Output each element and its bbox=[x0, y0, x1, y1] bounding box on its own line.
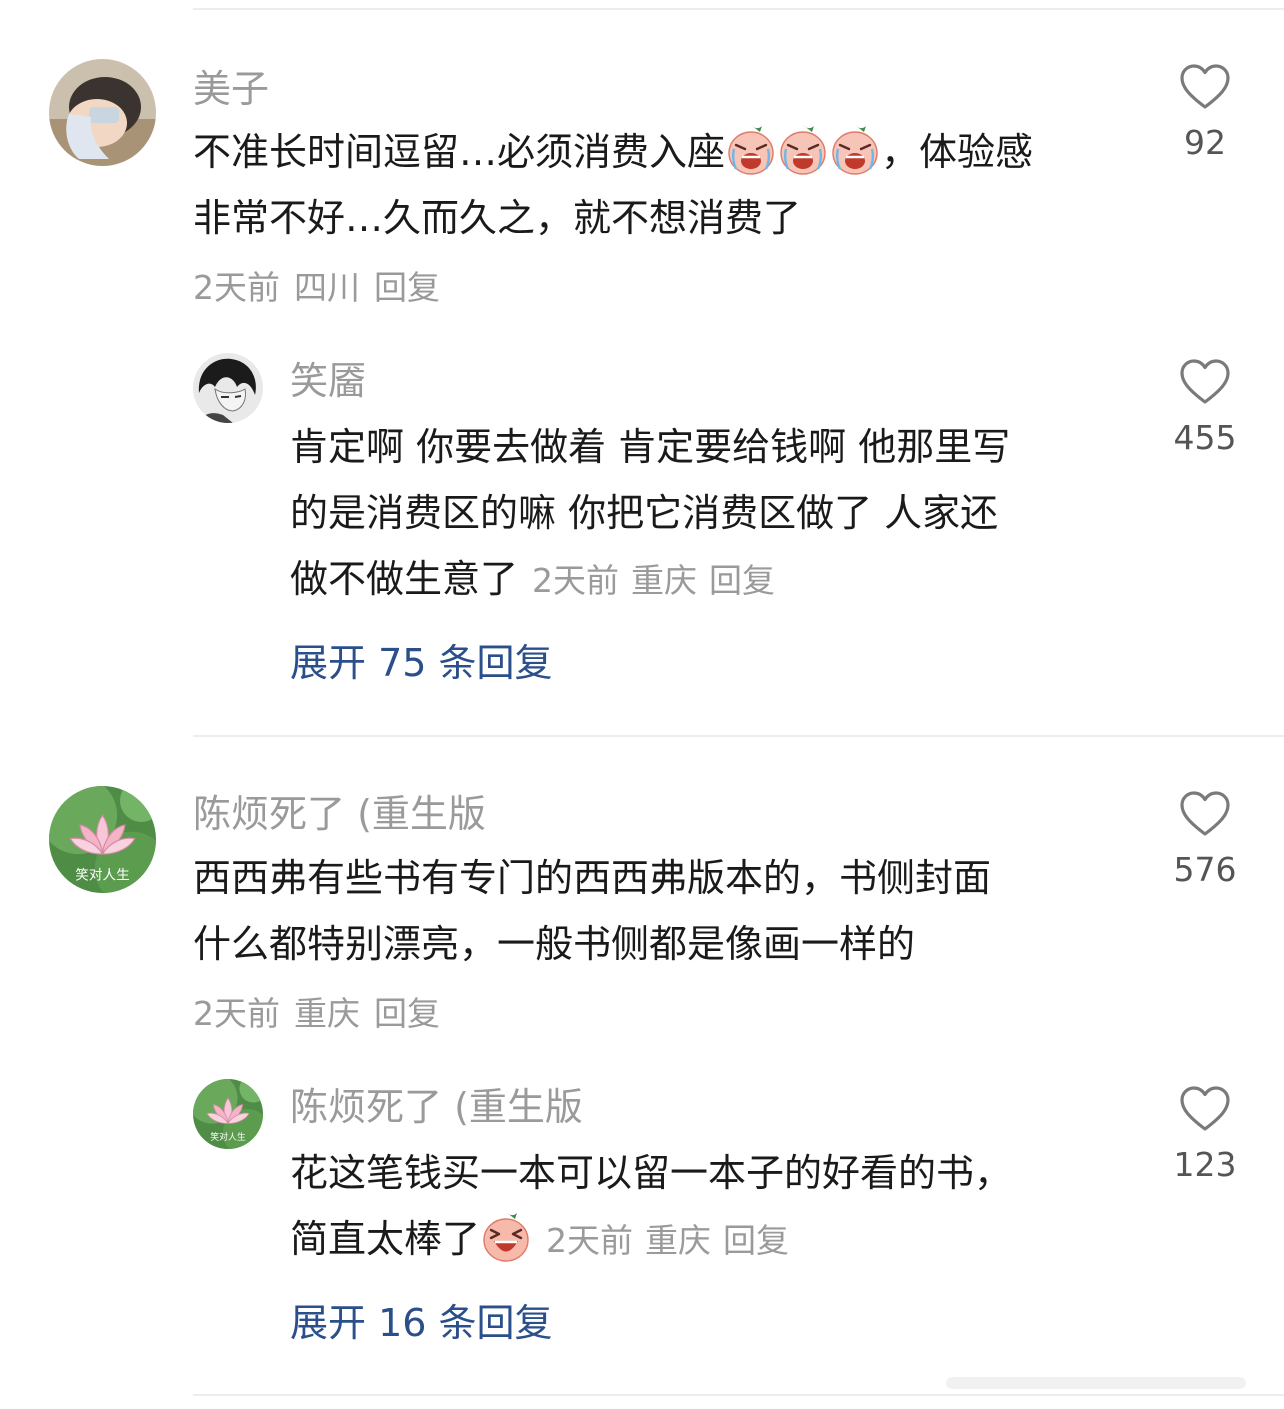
like-control[interactable]: 123 bbox=[1150, 1085, 1260, 1185]
top-divider bbox=[193, 8, 1284, 10]
comment-text: 花这笔钱买一本可以留一本子的好看的书， 简直太棒了 2天前 重庆 回复 bbox=[290, 1140, 1150, 1274]
heart-icon[interactable] bbox=[1179, 1085, 1231, 1133]
comment-text-line: 花这笔钱买一本可以留一本子的好看的书， bbox=[290, 1151, 1013, 1195]
comment-text-line: 做不做生意了 bbox=[290, 557, 519, 601]
comment-text: 西西弗有些书有专门的西西弗版本的，书侧封面 什么都特别漂亮，一般书侧都是像画一样… bbox=[193, 845, 1143, 977]
comment-meta: 2天前 重庆 回复 bbox=[193, 991, 454, 1037]
crying-face-icon bbox=[726, 123, 776, 175]
like-count: 576 bbox=[1173, 850, 1237, 889]
avatar[interactable] bbox=[49, 59, 156, 166]
heart-icon[interactable] bbox=[1179, 358, 1231, 406]
expand-replies-link[interactable]: 展开 16 条回复 bbox=[290, 1299, 553, 1347]
comment-text-line: 肯定啊 你要去做着 肯定要给钱啊 他那里写 bbox=[290, 425, 1011, 469]
username[interactable]: 美子 bbox=[193, 66, 269, 112]
like-control[interactable]: 455 bbox=[1150, 358, 1260, 458]
comment-divider bbox=[193, 735, 1284, 737]
timestamp: 2天前 bbox=[532, 561, 620, 600]
comment-text-line: 不准长时间逗留…必须消费入座 bbox=[193, 130, 726, 174]
reply-button[interactable]: 回复 bbox=[723, 1221, 789, 1260]
comment-text-line: 的是消费区的嘛 你把它消费区做了 人家还 bbox=[290, 491, 999, 535]
location: 重庆 bbox=[631, 561, 698, 600]
location: 重庆 bbox=[645, 1221, 712, 1260]
comment-meta: 2天前 重庆 回复 bbox=[546, 1221, 801, 1260]
reply-button[interactable]: 回复 bbox=[709, 561, 775, 600]
comment-meta: 2天前 四川 回复 bbox=[193, 265, 454, 311]
comment-text: 不准长时间逗留…必须消费入座 ，体验感 非常不好…久而久之，就不想消费了 bbox=[193, 119, 1143, 251]
expand-replies-link[interactable]: 展开 75 条回复 bbox=[290, 639, 553, 687]
timestamp: 2天前 bbox=[546, 1221, 634, 1260]
comment-text: 肯定啊 你要去做着 肯定要给钱啊 他那里写 的是消费区的嘛 你把它消费区做了 人… bbox=[290, 414, 1150, 614]
comment-text-line: 非常不好…久而久之，就不想消费了 bbox=[193, 196, 802, 240]
heart-icon[interactable] bbox=[1179, 790, 1231, 838]
laughing-face-icon bbox=[481, 1210, 531, 1262]
username[interactable]: 陈烦死了 (重生版 bbox=[193, 791, 486, 837]
avatar-caption: 笑对人生 bbox=[75, 867, 129, 883]
like-control[interactable]: 92 bbox=[1150, 63, 1260, 163]
like-count: 123 bbox=[1173, 1145, 1237, 1184]
reply-button[interactable]: 回复 bbox=[374, 268, 440, 307]
timestamp: 2天前 bbox=[193, 268, 280, 307]
watermark bbox=[946, 1371, 1266, 1395]
comment-text-line: 西西弗有些书有专门的西西弗版本的，书侧封面 bbox=[193, 856, 992, 900]
avatar-caption: 笑对人生 bbox=[210, 1131, 246, 1143]
username[interactable]: 笑靥 bbox=[290, 358, 366, 404]
avatar[interactable]: 笑对人生 bbox=[193, 1079, 263, 1149]
timestamp: 2天前 bbox=[193, 994, 280, 1033]
comment-text-line: ，体验感 bbox=[881, 130, 1034, 174]
crying-face-icon bbox=[830, 123, 880, 175]
comment-text-line: 什么都特别漂亮，一般书侧都是像画一样的 bbox=[193, 922, 916, 966]
location: 重庆 bbox=[294, 994, 360, 1033]
like-control[interactable]: 576 bbox=[1150, 790, 1260, 890]
heart-icon[interactable] bbox=[1179, 63, 1231, 111]
avatar[interactable]: 笑对人生 bbox=[49, 786, 156, 893]
crying-face-icon bbox=[778, 123, 828, 175]
comment-text-line: 简直太棒了 bbox=[290, 1217, 481, 1261]
avatar[interactable] bbox=[193, 353, 263, 423]
reply-button[interactable]: 回复 bbox=[374, 994, 440, 1033]
comment-meta: 2天前 重庆 回复 bbox=[532, 561, 787, 600]
like-count: 455 bbox=[1173, 418, 1237, 457]
username[interactable]: 陈烦死了 (重生版 bbox=[290, 1084, 583, 1130]
like-count: 92 bbox=[1184, 123, 1226, 162]
location: 四川 bbox=[294, 268, 360, 307]
